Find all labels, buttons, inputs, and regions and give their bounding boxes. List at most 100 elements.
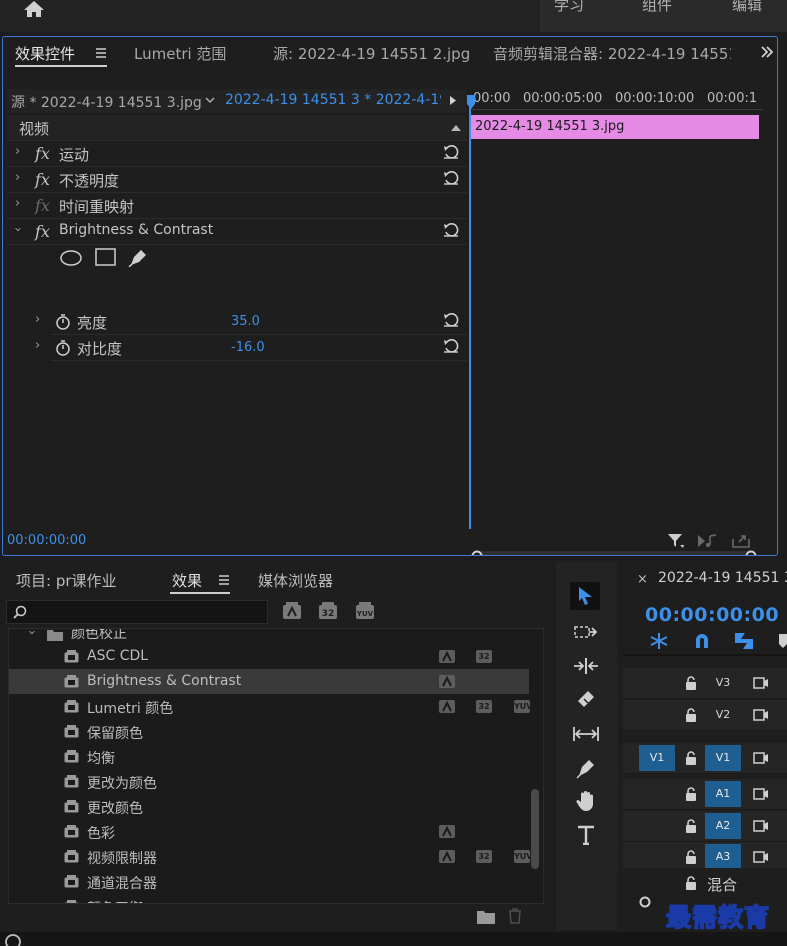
close-icon[interactable]: ×: [637, 572, 648, 587]
filter-icon[interactable]: [667, 533, 685, 549]
home-icon[interactable]: [22, 0, 46, 18]
nest-sequence-icon[interactable]: [649, 632, 669, 650]
chevron-right-icon[interactable]: ›: [15, 144, 20, 159]
tab-effect-controls[interactable]: 效果控件: [15, 43, 75, 64]
track-select-tool[interactable]: [570, 618, 600, 646]
track-output-icon[interactable]: [753, 677, 769, 689]
param-row-brightness[interactable]: › 亮度 35.0: [35, 309, 467, 335]
stopwatch-icon[interactable]: [55, 340, 71, 356]
track-output-icon[interactable]: [753, 851, 769, 863]
playhead[interactable]: [469, 99, 471, 529]
track-target-button[interactable]: A3: [705, 844, 741, 870]
type-tool[interactable]: [570, 822, 600, 850]
zoom-handle-left[interactable]: [471, 550, 483, 555]
chevron-right-icon[interactable]: ›: [15, 196, 20, 211]
tab-lumetri-scopes[interactable]: Lumetri 范围: [134, 43, 226, 64]
effect-timeline[interactable]: 00:00 00:00:05:00 00:00:10:00 00:00:1 20…: [467, 89, 763, 555]
effect-list-item[interactable]: 视频限制器 32 YUV: [9, 844, 532, 869]
tab-audio-clip-mixer[interactable]: 音频剪辑混合器: 2022-4-19 14551: [493, 43, 731, 64]
reset-icon[interactable]: [443, 313, 459, 327]
creative-cloud-icon[interactable]: [4, 934, 22, 946]
track-output-icon[interactable]: [753, 752, 769, 764]
effect-list-item[interactable]: 均衡: [9, 744, 529, 769]
effect-row-motion[interactable]: › fx 运动: [7, 141, 467, 167]
effect-list-item[interactable]: 颜色平衡: [9, 894, 529, 903]
param-row-contrast[interactable]: › 对比度 -16.0: [35, 335, 467, 361]
chevron-down-icon[interactable]: [205, 97, 215, 104]
lock-icon[interactable]: [685, 819, 697, 833]
lock-icon[interactable]: [685, 751, 697, 765]
chevron-right-icon[interactable]: ›: [35, 338, 40, 353]
effects-list-scrollbar[interactable]: [531, 789, 539, 869]
effect-row-opacity[interactable]: › fx 不透明度: [7, 167, 467, 193]
effects-search-input[interactable]: [6, 600, 268, 624]
lock-icon[interactable]: [685, 708, 697, 722]
rectangle-mask-icon[interactable]: [95, 248, 117, 266]
fx-icon[interactable]: fx: [35, 222, 50, 241]
clip-bar[interactable]: 2022-4-19 14551 3.jpg: [471, 115, 759, 139]
selection-tool[interactable]: [570, 582, 600, 610]
current-timecode[interactable]: 00:00:00:00: [7, 533, 86, 548]
track-target-button[interactable]: V3: [705, 670, 741, 696]
fx-icon[interactable]: fx: [35, 196, 50, 215]
effect-list-item[interactable]: 通道混合器: [9, 869, 529, 894]
workspace-editing[interactable]: 编辑: [732, 0, 762, 15]
stopwatch-icon[interactable]: [55, 314, 71, 330]
collapse-up-icon[interactable]: [451, 124, 461, 131]
yuv-filter-icon[interactable]: YUV: [355, 602, 375, 620]
ellipse-mask-icon[interactable]: [59, 249, 83, 267]
new-bin-folder-icon[interactable]: [477, 910, 495, 924]
more-tabs-icon[interactable]: [760, 46, 774, 58]
effect-list-item[interactable]: ASC CDL 32: [9, 644, 529, 669]
track-target-button[interactable]: A2: [705, 813, 741, 839]
track-target-button[interactable]: V1: [705, 745, 741, 771]
slip-tool[interactable]: [570, 720, 600, 748]
chevron-down-icon[interactable]: ›: [24, 630, 39, 635]
pen-mask-icon[interactable]: [127, 247, 149, 267]
panel-menu-icon[interactable]: [218, 574, 230, 586]
zoom-scrollbar[interactable]: [473, 551, 755, 555]
effect-row-brightness-contrast[interactable]: › fx Brightness & Contrast: [7, 219, 467, 245]
effect-list-item[interactable]: 色彩: [9, 819, 529, 844]
radio-circle-icon[interactable]: [639, 896, 651, 908]
track-output-icon[interactable]: [753, 788, 769, 800]
reset-icon[interactable]: [443, 223, 459, 237]
accelerated-filter-icon[interactable]: [282, 602, 302, 620]
effect-list-item[interactable]: Brightness & Contrast: [9, 669, 529, 694]
tab-effects[interactable]: 效果: [172, 570, 202, 591]
chevron-right-icon[interactable]: ›: [35, 312, 40, 327]
tab-project[interactable]: 项目: pr课作业: [16, 570, 117, 591]
chevron-down-icon[interactable]: ›: [10, 227, 25, 232]
effect-list-item[interactable]: Lumetri 颜色 32 YUV: [9, 694, 532, 719]
tab-media-browser[interactable]: 媒体浏览器: [258, 570, 333, 591]
lock-icon[interactable]: [685, 676, 697, 690]
effects-list[interactable]: › 颜色校正 ASC CDL 32 Brightness & Contrast Lum…: [8, 628, 544, 904]
marker-icon[interactable]: [779, 634, 787, 648]
razor-tool[interactable]: [570, 686, 600, 714]
hand-tool[interactable]: [570, 788, 600, 816]
reset-icon[interactable]: [443, 339, 459, 353]
reset-icon[interactable]: [443, 145, 459, 159]
trash-icon[interactable]: [508, 908, 522, 924]
sequence-tab[interactable]: 2022-4-19 14551 3: [658, 570, 787, 586]
source-patch-button[interactable]: V1: [639, 745, 675, 771]
panel-menu-icon[interactable]: [95, 47, 107, 59]
sequence-clip-label[interactable]: 2022-4-19 14551 3 * 2022-4-19...: [225, 92, 441, 108]
fx-icon[interactable]: fx: [35, 170, 50, 189]
effect-list-item[interactable]: 更改颜色: [9, 794, 529, 819]
playhead-marker-icon[interactable]: [467, 95, 475, 109]
reset-icon[interactable]: [443, 171, 459, 185]
tab-source[interactable]: 源: 2022-4-19 14551 2.jpg: [273, 43, 470, 64]
workspace-learn[interactable]: 学习: [554, 0, 584, 15]
track-output-icon[interactable]: [753, 820, 769, 832]
play-triangle-icon[interactable]: [449, 95, 457, 106]
workspace-assembly[interactable]: 组件: [642, 0, 672, 15]
track-target-button[interactable]: A1: [705, 781, 741, 807]
chevron-right-icon[interactable]: ›: [15, 170, 20, 185]
fx-icon[interactable]: fx: [35, 144, 50, 163]
effect-row-time-remap[interactable]: › fx 时间重映射: [7, 193, 467, 219]
lock-icon[interactable]: [685, 876, 697, 890]
32bit-filter-icon[interactable]: 32: [318, 602, 338, 620]
track-output-icon[interactable]: [753, 709, 769, 721]
ripple-edit-tool[interactable]: [570, 652, 600, 680]
